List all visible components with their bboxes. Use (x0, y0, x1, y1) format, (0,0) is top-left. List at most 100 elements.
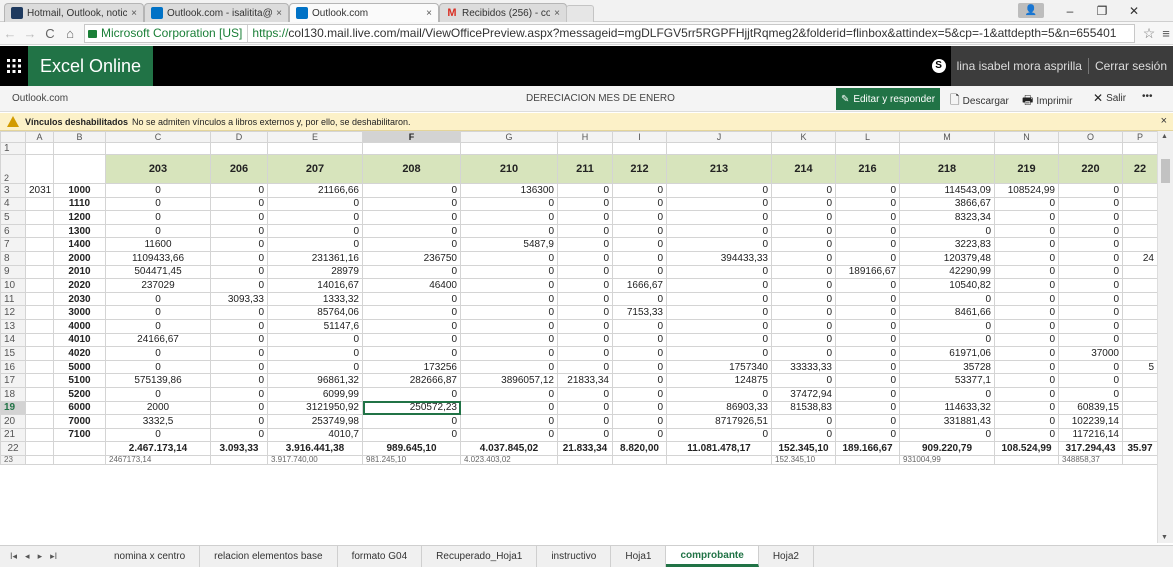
grid-cell[interactable] (25, 237, 54, 252)
column-header-k[interactable]: K (771, 131, 836, 143)
grid-cell[interactable]: 2020 (53, 278, 106, 293)
row-header[interactable]: 19 (0, 400, 26, 416)
grid-cell[interactable] (557, 142, 613, 155)
grid-cell[interactable]: 0 (1058, 278, 1123, 293)
grid-cell[interactable]: 0 (557, 196, 613, 212)
grid-cell[interactable]: 0 (612, 183, 667, 198)
grid-cell[interactable]: 0 (612, 346, 667, 361)
row-header[interactable]: 14 (0, 332, 26, 348)
grid-cell[interactable]: 0 (460, 305, 558, 320)
grid-cell[interactable]: 0 (835, 223, 900, 239)
sheet-tab-comprobante[interactable]: comprobante (666, 546, 759, 567)
grid-cell[interactable]: 0 (557, 291, 613, 307)
grid-cell[interactable]: 0 (994, 359, 1059, 375)
grid-cell[interactable]: 0 (210, 373, 268, 388)
grid-cell[interactable]: 0 (460, 427, 558, 443)
grid-cell[interactable]: 0 (362, 237, 461, 252)
grid-cell[interactable]: 0 (612, 400, 667, 416)
grid-cell[interactable] (835, 142, 900, 155)
grid-cell[interactable]: 114633,32 (899, 400, 995, 416)
grid-cell[interactable]: 0 (1058, 223, 1123, 239)
vertical-scrollbar[interactable]: ▲ ▼ (1157, 131, 1173, 543)
grid-cell[interactable] (1122, 346, 1158, 361)
grid-cell[interactable]: 2000 (53, 250, 106, 266)
grid-cell[interactable]: 0 (105, 223, 211, 239)
grid-cell[interactable]: 35.97 (1122, 441, 1158, 456)
grid-cell[interactable]: 0 (210, 386, 268, 402)
grid-cell[interactable]: 0 (1058, 305, 1123, 320)
grid-cell[interactable] (53, 142, 106, 155)
grid-cell[interactable]: 0 (771, 210, 836, 225)
grid-cell[interactable]: 0 (771, 223, 836, 239)
grid-cell[interactable]: 989.645,10 (362, 441, 461, 456)
grid-cell[interactable]: 0 (666, 223, 772, 239)
grid-cell[interactable]: 0 (362, 291, 461, 307)
grid-cell[interactable] (1122, 373, 1158, 388)
grid-cell[interactable]: 0 (1058, 291, 1123, 307)
grid-cell[interactable]: 282666,87 (362, 373, 461, 388)
grid-cell[interactable]: 0 (835, 318, 900, 334)
grid-cell[interactable]: 51147,6 (267, 318, 363, 334)
sheet-tab-instructivo[interactable]: instructivo (537, 546, 612, 567)
column-header-m[interactable]: M (899, 131, 995, 143)
grid-cell[interactable]: 11600 (105, 237, 211, 252)
grid-cell[interactable]: 207 (267, 154, 363, 184)
last-sheet-icon[interactable]: ▸I (50, 551, 57, 562)
grid-cell[interactable]: 0 (557, 278, 613, 293)
grid-cell[interactable]: 96861,32 (267, 373, 363, 388)
grid-cell[interactable]: 0 (666, 305, 772, 320)
grid-cell[interactable]: 0 (267, 332, 363, 348)
prev-sheet-icon[interactable]: ◂ (25, 551, 30, 562)
grid-cell[interactable]: 3.093,33 (210, 441, 268, 456)
forward-button[interactable]: → (20, 26, 40, 41)
secure-badge[interactable]: Microsoft Corporation [US] (85, 24, 249, 42)
grid-cell[interactable]: 0 (835, 250, 900, 266)
close-tab-icon[interactable]: × (131, 8, 137, 19)
grid-cell[interactable]: 250572,23 (362, 400, 461, 416)
grid-cell[interactable]: 317.294,43 (1058, 441, 1123, 456)
grid-cell[interactable]: 0 (771, 196, 836, 212)
grid-cell[interactable]: 108.524,99 (994, 441, 1059, 456)
grid-cell[interactable] (1122, 196, 1158, 212)
grid-cell[interactable]: 0 (557, 183, 613, 198)
grid-cell[interactable]: 0 (835, 373, 900, 388)
grid-cell[interactable]: 0 (362, 386, 461, 402)
grid-cell[interactable]: 0 (267, 223, 363, 239)
close-tab-icon[interactable]: × (276, 8, 282, 19)
grid-cell[interactable]: 108524,99 (994, 183, 1059, 198)
grid-cell[interactable]: 0 (994, 332, 1059, 348)
grid-cell[interactable]: 0 (666, 183, 772, 198)
grid-cell[interactable]: 0 (210, 264, 268, 280)
grid-cell[interactable] (25, 332, 54, 348)
browser-tab-hotmail[interactable]: Hotmail, Outlook, noticias × (4, 3, 144, 22)
grid-cell[interactable]: 220 (1058, 154, 1123, 184)
minimize-button[interactable]: – (1056, 2, 1084, 20)
grid-cell[interactable]: 2467173,14 (105, 454, 211, 465)
row-header[interactable]: 16 (0, 359, 26, 375)
grid-cell[interactable]: 0 (771, 346, 836, 361)
grid-cell[interactable]: 46400 (362, 278, 461, 293)
grid-cell[interactable] (460, 142, 558, 155)
grid-cell[interactable]: 0 (771, 237, 836, 252)
grid-cell[interactable]: 0 (210, 196, 268, 212)
grid-cell[interactable]: 0 (557, 305, 613, 320)
bookmark-star-icon[interactable]: ☆ (1139, 25, 1159, 42)
grid-cell[interactable]: 1000 (53, 183, 106, 198)
grid-cell[interactable]: 0 (835, 400, 900, 416)
grid-cell[interactable]: 0 (994, 386, 1059, 402)
grid-cell[interactable] (25, 291, 54, 307)
grid-cell[interactable]: 0 (612, 373, 667, 388)
row-header[interactable]: 20 (0, 414, 26, 429)
grid-cell[interactable]: 0 (771, 427, 836, 443)
column-header-h[interactable]: H (557, 131, 613, 143)
grid-cell[interactable] (1122, 291, 1158, 307)
grid-cell[interactable]: 85764,06 (267, 305, 363, 320)
row-header[interactable]: 8 (0, 250, 26, 266)
grid-cell[interactable] (1058, 142, 1123, 155)
grid-cell[interactable]: 0 (835, 183, 900, 198)
grid-cell[interactable]: 0 (994, 427, 1059, 443)
grid-cell[interactable]: 0 (994, 346, 1059, 361)
grid-cell[interactable]: 0 (835, 291, 900, 307)
column-header-c[interactable]: C (105, 131, 211, 143)
grid-cell[interactable]: 0 (612, 291, 667, 307)
